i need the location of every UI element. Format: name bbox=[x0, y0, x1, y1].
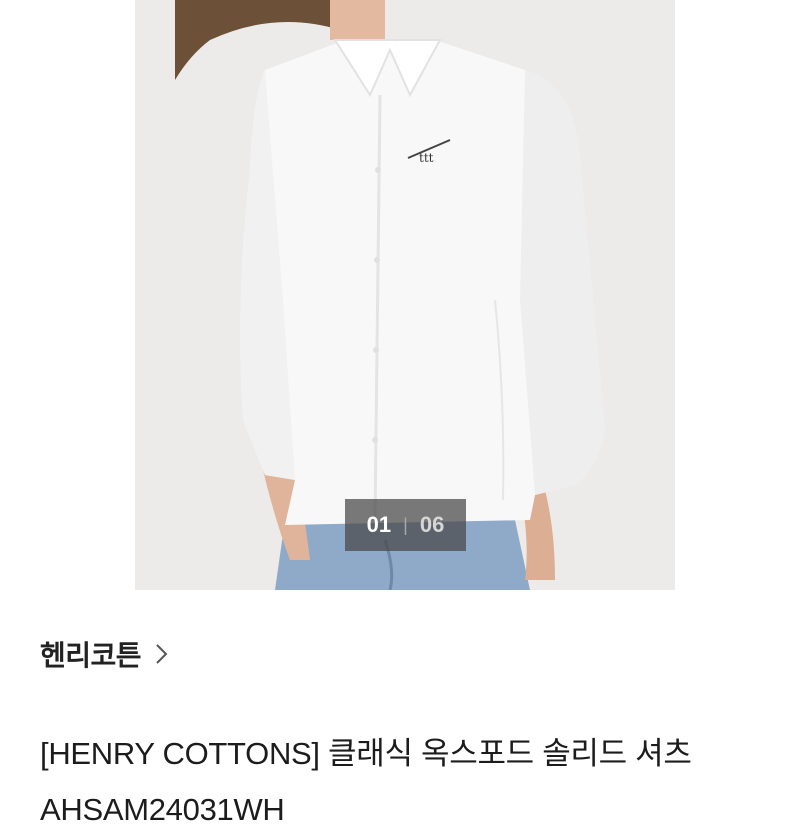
current-image-index: 01 bbox=[366, 512, 392, 537]
total-image-count: 06 bbox=[419, 512, 445, 537]
counter-separator: | bbox=[403, 514, 408, 535]
image-counter: 01 | 06 bbox=[345, 499, 466, 551]
brand-name[interactable]: 헨리코튼 bbox=[40, 634, 142, 674]
product-title: [HENRY COTTONS] 클래식 옥스포드 솔리드 셔츠 AHSAM240… bbox=[40, 736, 692, 827]
product-image-gallery[interactable]: ttt 01 | 06 bbox=[0, 0, 810, 590]
brand-link[interactable]: 헨리코튼 bbox=[40, 634, 173, 674]
chevron-right-icon[interactable] bbox=[151, 640, 173, 668]
svg-text:ttt: ttt bbox=[419, 151, 434, 165]
